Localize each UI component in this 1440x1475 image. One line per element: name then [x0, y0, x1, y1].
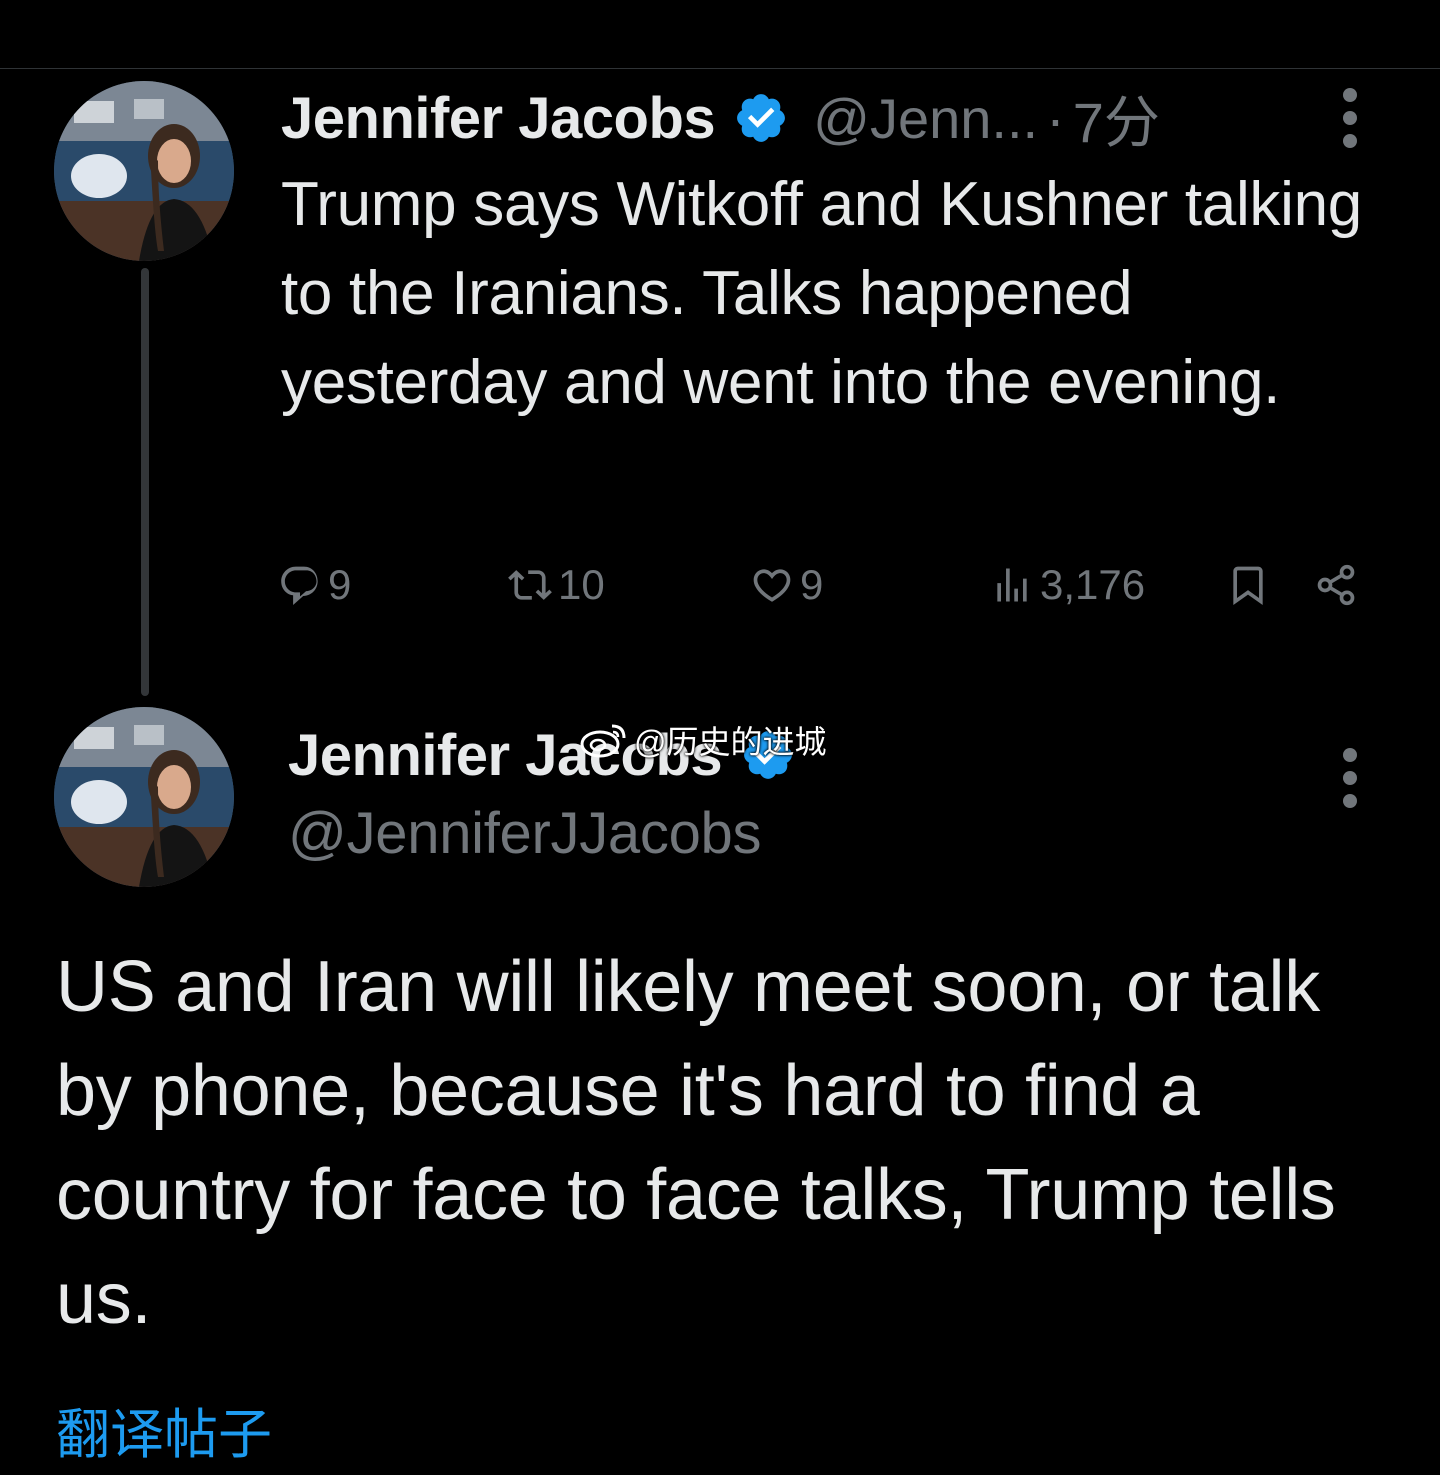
more-icon[interactable] — [1336, 748, 1364, 808]
views-button[interactable]: 3,176 — [990, 555, 1145, 615]
views-icon — [997, 568, 1027, 602]
author-name[interactable]: Jennifer Jacobs — [281, 85, 716, 152]
views-count: 3,176 — [1040, 561, 1146, 608]
share-icon — [1317, 564, 1355, 606]
bookmark-button[interactable] — [1226, 555, 1276, 615]
share-button[interactable] — [1314, 555, 1364, 615]
bookmark-icon — [1233, 566, 1263, 606]
avatar[interactable] — [54, 81, 234, 261]
like-button[interactable]: 9 — [750, 555, 823, 615]
watermark-text: @历史的进城 — [634, 724, 827, 760]
tweet1-text: Trump says Witkoff and Kushner talking t… — [281, 170, 1362, 417]
separator-dot: · — [1046, 86, 1065, 150]
reply-button[interactable]: 9 — [278, 555, 351, 615]
tweet1-header: Jennifer Jacobs @Jenn... · 7分 — [281, 78, 1160, 158]
reply-count: 9 — [328, 561, 352, 608]
watermark: @历史的进城 — [578, 718, 827, 762]
author-handle[interactable]: @JenniferJJacobs — [288, 800, 762, 867]
author-handle[interactable]: @Jenn... — [813, 86, 1038, 151]
reply-icon — [281, 566, 318, 605]
avatar[interactable] — [54, 707, 234, 887]
retweet-icon — [508, 570, 552, 600]
action-bar: 9 10 9 3,176 — [278, 555, 1368, 615]
retweet-button[interactable]: 10 — [508, 555, 605, 615]
weibo-icon — [580, 724, 626, 758]
translate-post-link[interactable]: 翻译帖子 — [56, 1390, 272, 1469]
timestamp[interactable]: 7分 — [1073, 78, 1160, 159]
like-count: 9 — [800, 561, 824, 608]
more-icon[interactable] — [1336, 88, 1364, 148]
tweet2-text: US and Iran will likely meet soon, or ta… — [56, 947, 1336, 1339]
top-divider — [0, 68, 1440, 69]
thread-line — [141, 268, 149, 696]
retweet-count: 10 — [558, 561, 605, 608]
verified-badge-icon — [733, 90, 789, 146]
like-icon — [753, 569, 791, 602]
